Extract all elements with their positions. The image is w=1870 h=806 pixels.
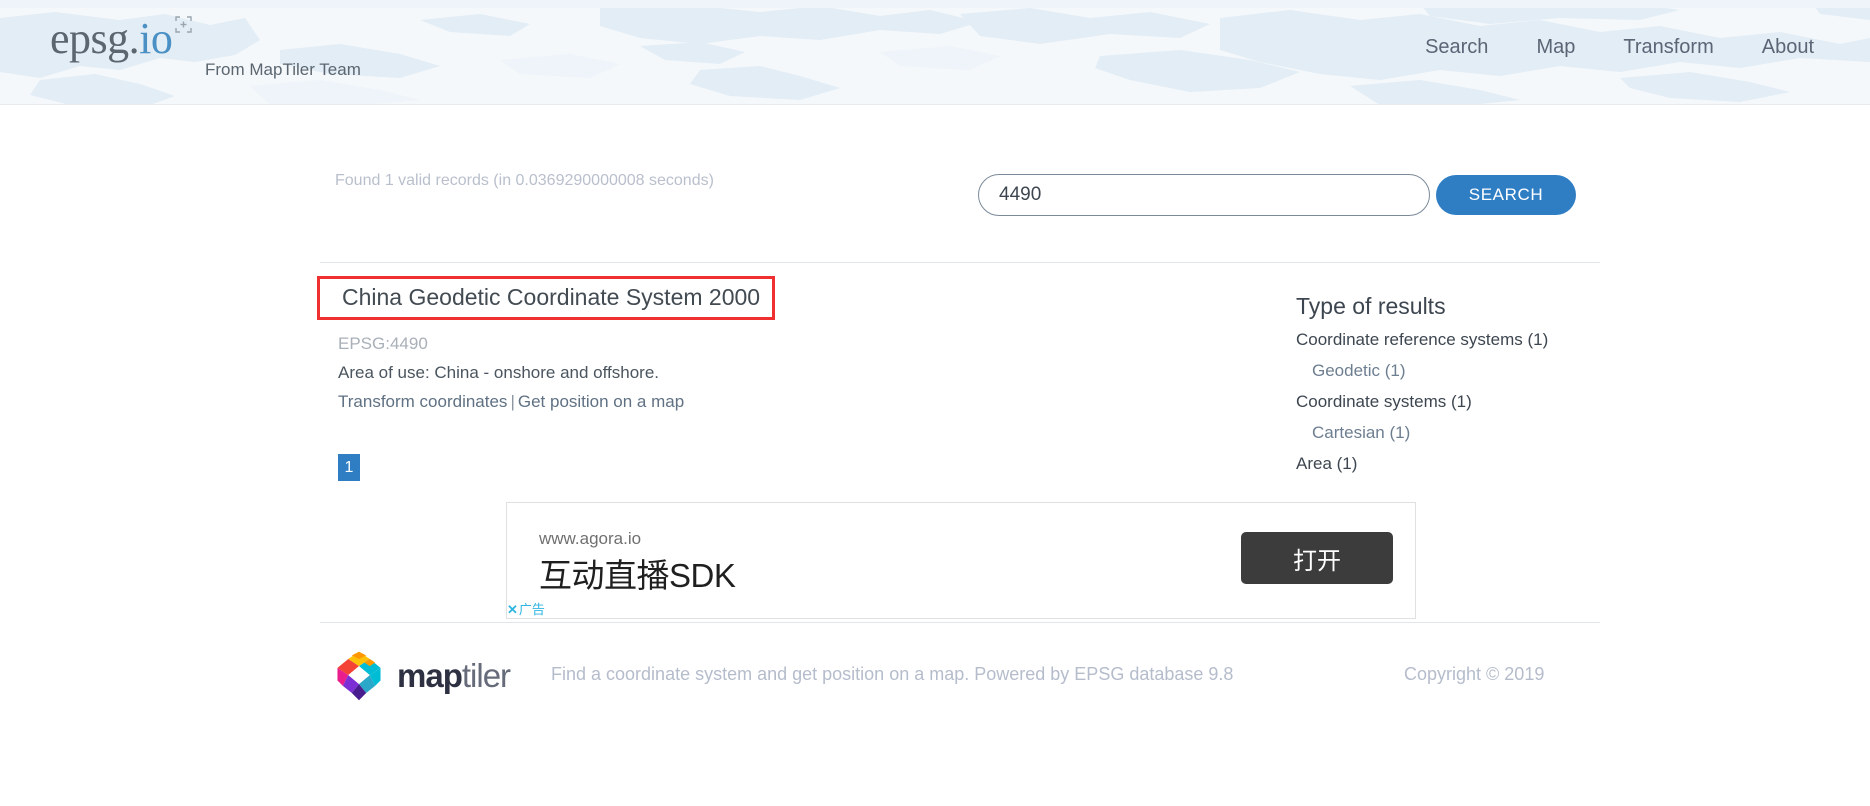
get-position-on-map-link[interactable]: Get position on a map	[518, 392, 684, 411]
ad-display-url: www.agora.io	[539, 529, 642, 548]
site-header: epsg.io From MapTiler Team Search Map Tr…	[0, 0, 1870, 105]
maptiler-word-bold: map	[397, 657, 463, 694]
maptiler-wordmark: maptiler	[397, 657, 511, 695]
facet-cartesian[interactable]: Cartesian (1)	[1296, 417, 1606, 448]
ad-open-button[interactable]: 打开	[1241, 532, 1393, 584]
nav-item-map[interactable]: Map	[1512, 36, 1599, 59]
ad-close-icon[interactable]: ✕	[507, 602, 519, 617]
search-button[interactable]: SEARCH	[1436, 175, 1576, 215]
site-footer: maptiler Find a coordinate system and ge…	[0, 640, 1870, 710]
logo-text: epsg.io	[50, 14, 173, 63]
sidebar-title: Type of results	[1296, 293, 1446, 319]
pagination: 1	[338, 454, 360, 481]
result-action-links: Transform coordinates | Get position on a …	[338, 387, 1220, 416]
found-records-text: Found 1 valid records (in 0.036929000000…	[335, 172, 714, 189]
reticle-icon	[175, 16, 193, 33]
result-title-highlight-box[interactable]: China Geodetic Coordinate System 2000	[317, 276, 776, 320]
search-input[interactable]	[978, 174, 1430, 216]
result-area-of-use: Area of use: China - onshore and offshor…	[338, 363, 659, 382]
nav-item-search[interactable]: Search	[1401, 36, 1512, 59]
maptiler-word-light: tiler	[461, 657, 511, 694]
ad-label: 广告	[518, 602, 545, 617]
results-list: China Geodetic Coordinate System 2000 EP…	[317, 276, 1220, 416]
transform-coordinates-link[interactable]: Transform coordinates	[338, 392, 507, 411]
logo-accent: io	[139, 14, 173, 63]
footer-divider	[320, 622, 1600, 623]
footer-tagline: Find a coordinate system and get positio…	[551, 664, 1234, 684]
facet-geodetic[interactable]: Geodetic (1)	[1296, 355, 1606, 386]
advertisement-banner[interactable]: www.agora.io 互动直播SDK ✕广告 打开	[506, 502, 1416, 619]
result-title[interactable]: China Geodetic Coordinate System 2000	[342, 283, 760, 311]
pagination-page-1[interactable]: 1	[338, 454, 360, 481]
ad-headline: 互动直播SDK	[539, 557, 736, 594]
content-divider	[320, 262, 1600, 263]
ad-disclosure-badge[interactable]: ✕广告	[507, 599, 545, 618]
result-epsg-code: EPSG:4490	[338, 334, 428, 353]
site-logo[interactable]: epsg.io	[50, 14, 193, 63]
link-separator: |	[510, 392, 515, 411]
maptiler-logo[interactable]: maptiler	[333, 650, 511, 702]
search-row: Found 1 valid records (in 0.036929000000…	[0, 160, 1870, 220]
main-navigation: Search Map Transform About	[1401, 36, 1832, 59]
nav-item-transform[interactable]: Transform	[1599, 36, 1737, 59]
results-facet-sidebar: Type of results Coordinate reference sys…	[1296, 290, 1606, 479]
facet-coordinate-systems[interactable]: Coordinate systems (1)	[1296, 386, 1606, 417]
logo-primary: epsg.	[50, 14, 140, 63]
result-details: EPSG:4490 Area of use: China - onshore a…	[338, 329, 1220, 416]
facet-area[interactable]: Area (1)	[1296, 448, 1606, 479]
result-item: China Geodetic Coordinate System 2000 EP…	[317, 276, 1220, 416]
maptiler-mark-icon	[337, 651, 381, 701]
site-tagline: From MapTiler Team	[205, 60, 361, 79]
facet-coordinate-reference-systems[interactable]: Coordinate reference systems (1)	[1296, 324, 1606, 355]
footer-copyright: Copyright © 2019	[1404, 664, 1545, 684]
nav-item-about[interactable]: About	[1738, 36, 1832, 59]
